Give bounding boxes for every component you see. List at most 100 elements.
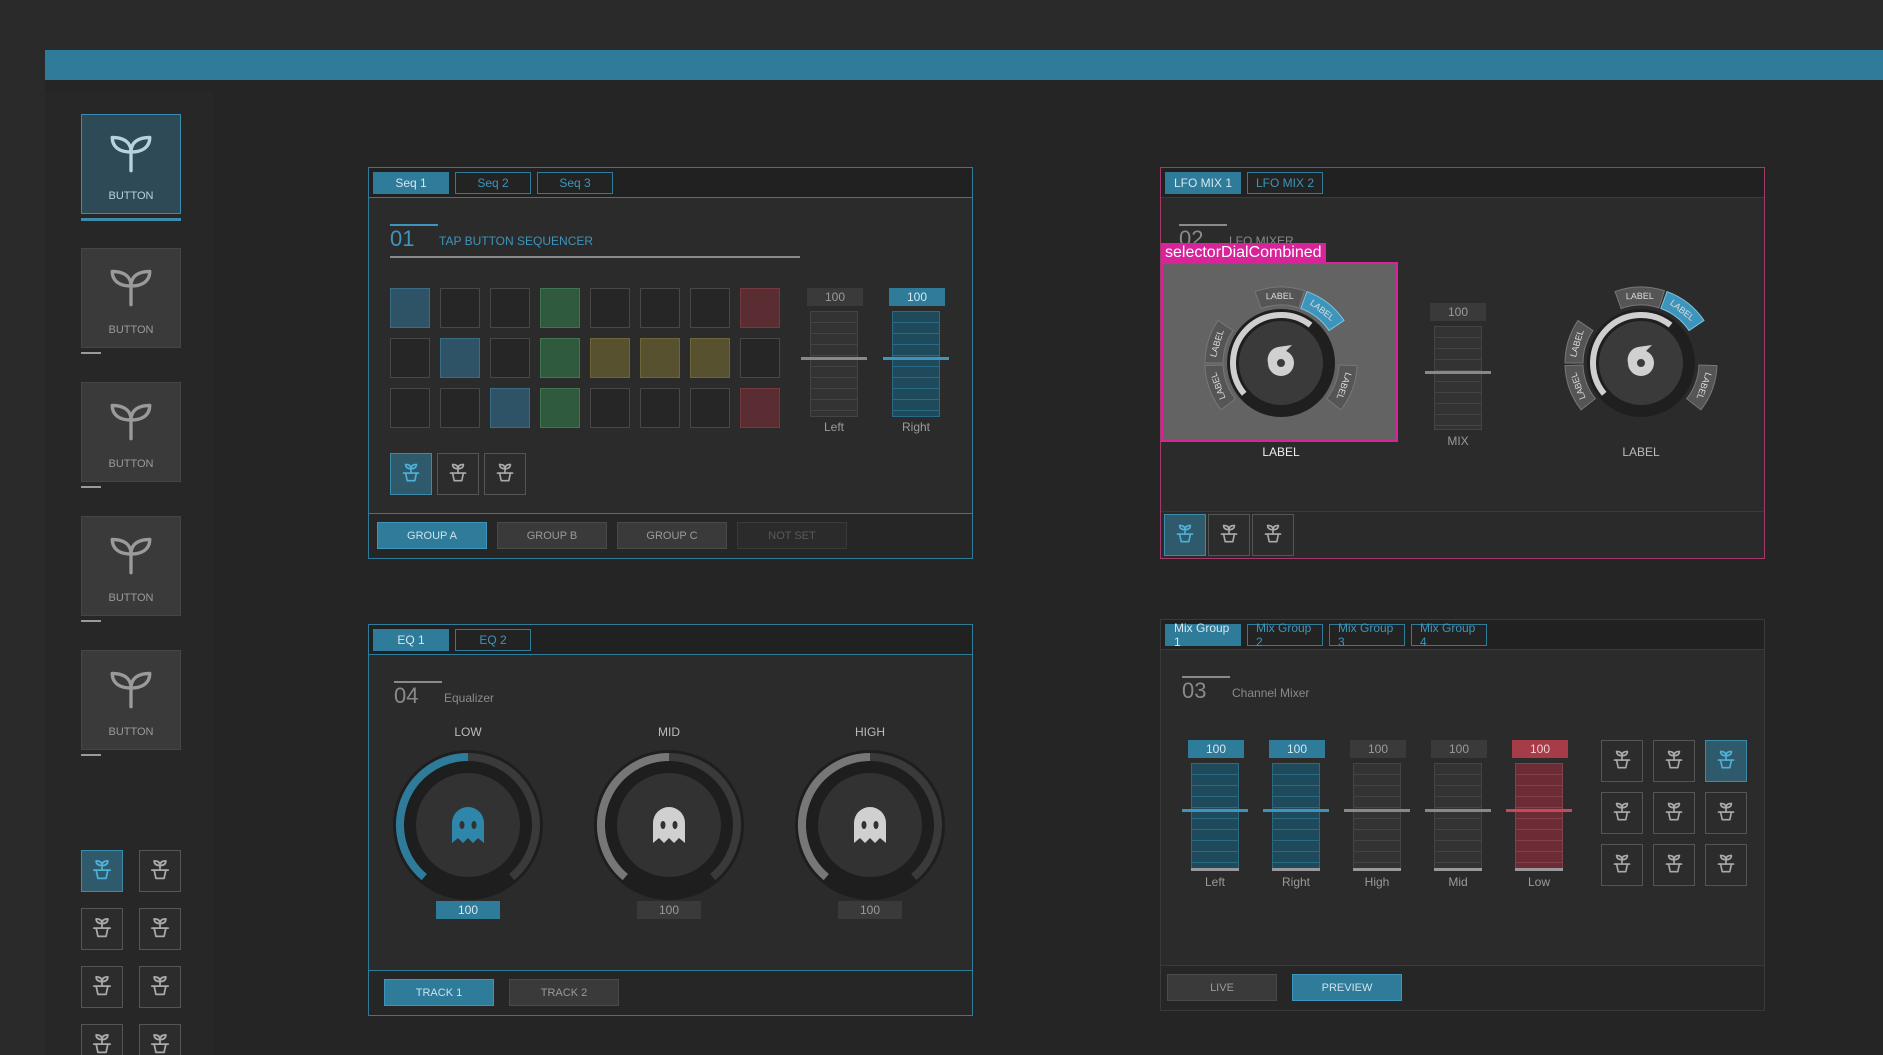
fader-handle[interactable] [883,357,949,360]
mixer-fader-right[interactable] [1272,763,1320,869]
step-cell[interactable] [440,338,480,378]
eq-knob-label: HIGH [855,725,885,739]
pot-toggle-button[interactable] [390,453,432,495]
step-cell[interactable] [490,388,530,428]
mix-fader[interactable] [1434,326,1482,430]
fader-right[interactable] [892,311,940,417]
tab-seq-2[interactable]: Seq 2 [455,172,531,194]
selector-dial-left[interactable]: LABELLABELLABELLABELLABEL [1181,268,1381,438]
sidebar-pot-button[interactable] [81,966,123,1008]
mix-fader-handle[interactable] [1425,371,1491,374]
group-button-group-b[interactable]: GROUP B [497,522,607,549]
preview-button[interactable]: PREVIEW [1292,974,1402,1001]
step-cell[interactable] [440,288,480,328]
tab-seq-3[interactable]: Seq 3 [537,172,613,194]
mixer-fader-handle[interactable] [1344,809,1410,812]
mixer-pot-button[interactable] [1653,792,1695,834]
mixer-pot-button[interactable] [1705,844,1747,886]
pot-toggle-button[interactable] [437,453,479,495]
live-button[interactable]: LIVE [1167,974,1277,1001]
pot-toggle-button[interactable] [484,453,526,495]
mixer-pot-button[interactable] [1705,740,1747,782]
step-cell[interactable] [540,288,580,328]
tab-eq-2[interactable]: EQ 2 [455,629,531,651]
sidebar-button-2[interactable]: BUTTON [81,248,181,348]
mixer-fader-handle[interactable] [1182,809,1248,812]
tab-eq-1[interactable]: EQ 1 [373,629,449,651]
pot-toggle-button[interactable] [1208,514,1250,556]
mixer-fader-left[interactable] [1191,763,1239,869]
mixer-fader-label: Right [1281,875,1310,889]
step-cell[interactable] [390,338,430,378]
eq-knob-high[interactable] [790,745,950,905]
mixer-pot-button[interactable] [1601,844,1643,886]
step-cell[interactable] [490,338,530,378]
step-cell[interactable] [490,288,530,328]
sidebar-button-1[interactable]: BUTTON [81,114,181,214]
track-button-1[interactable]: TRACK 1 [384,979,494,1006]
tab-seq-1[interactable]: Seq 1 [373,172,449,194]
sidebar-button-label: BUTTON [108,457,154,470]
group-button-not-set[interactable]: NOT SET [737,522,847,549]
mixer-fader-low[interactable] [1515,763,1563,869]
tab-lfo-mix-2[interactable]: LFO MIX 2 [1247,172,1323,194]
sidebar-pot-button[interactable] [139,850,181,892]
sidebar-pot-button[interactable] [81,908,123,950]
mixer-pot-button[interactable] [1653,740,1695,782]
step-cell[interactable] [740,338,780,378]
group-button-group-a[interactable]: GROUP A [377,522,487,549]
sidebar-pot-button[interactable] [139,966,181,1008]
channel-mixer-panel: Mix Group 1 Mix Group 2 Mix Group 3 Mix Gro… [1160,619,1765,1011]
step-cell[interactable] [590,338,630,378]
step-cell[interactable] [390,288,430,328]
mixer-fader-high[interactable] [1353,763,1401,869]
sidebar-pot-button[interactable] [139,1024,181,1055]
mixer-fader-handle[interactable] [1425,809,1491,812]
mixer-fader-handle[interactable] [1506,809,1572,812]
tab-mix-group-3[interactable]: Mix Group 3 [1329,621,1405,649]
sidebar-pot-button[interactable] [81,850,123,892]
tab-mix-group-1[interactable]: Mix Group 1 [1165,621,1241,649]
fader-handle[interactable] [801,357,867,360]
step-cell[interactable] [640,338,680,378]
step-cell[interactable] [740,388,780,428]
mixer-fader-handle[interactable] [1263,809,1329,812]
step-cell[interactable] [740,288,780,328]
selector-dial-right[interactable]: LABELLABELLABELLABELLABEL [1541,268,1741,438]
step-cell[interactable] [640,388,680,428]
eq-knob-low[interactable] [388,745,548,905]
pot-toggle-button[interactable] [1164,514,1206,556]
mixer-pot-button[interactable] [1601,740,1643,782]
step-cell[interactable] [540,388,580,428]
step-cell[interactable] [690,288,730,328]
step-cell[interactable] [640,288,680,328]
sidebar-pot-button[interactable] [139,908,181,950]
track-button-2[interactable]: TRACK 2 [509,979,619,1006]
pot-toggle-button[interactable] [1252,514,1294,556]
sidebar-pot-button[interactable] [81,1024,123,1055]
sidebar-button-indicator [81,754,101,756]
step-cell[interactable] [590,288,630,328]
plant-pot-icon [398,459,424,490]
mixer-pot-button[interactable] [1653,844,1695,886]
mixer-pot-button[interactable] [1601,792,1643,834]
sidebar-button-4[interactable]: BUTTON [81,516,181,616]
dial-right-label: LABEL [1622,445,1660,459]
lfo-mixer-panel: LFO MIX 1 LFO MIX 2 02 LFO MIXER selector… [1160,167,1765,559]
mixer-pot-button[interactable] [1705,792,1747,834]
step-cell[interactable] [390,388,430,428]
step-cell[interactable] [590,388,630,428]
tab-lfo-mix-1[interactable]: LFO MIX 1 [1165,172,1241,194]
sidebar-button-5[interactable]: BUTTON [81,650,181,750]
eq-knob-mid[interactable] [589,745,749,905]
step-cell[interactable] [540,338,580,378]
step-cell[interactable] [690,338,730,378]
mixer-fader-mid[interactable] [1434,763,1482,869]
tab-mix-group-2[interactable]: Mix Group 2 [1247,621,1323,649]
tab-mix-group-4[interactable]: Mix Group 4 [1411,621,1487,649]
step-cell[interactable] [440,388,480,428]
fader-left[interactable] [810,311,858,417]
step-cell[interactable] [690,388,730,428]
sidebar-button-3[interactable]: BUTTON [81,382,181,482]
group-button-group-c[interactable]: GROUP C [617,522,727,549]
